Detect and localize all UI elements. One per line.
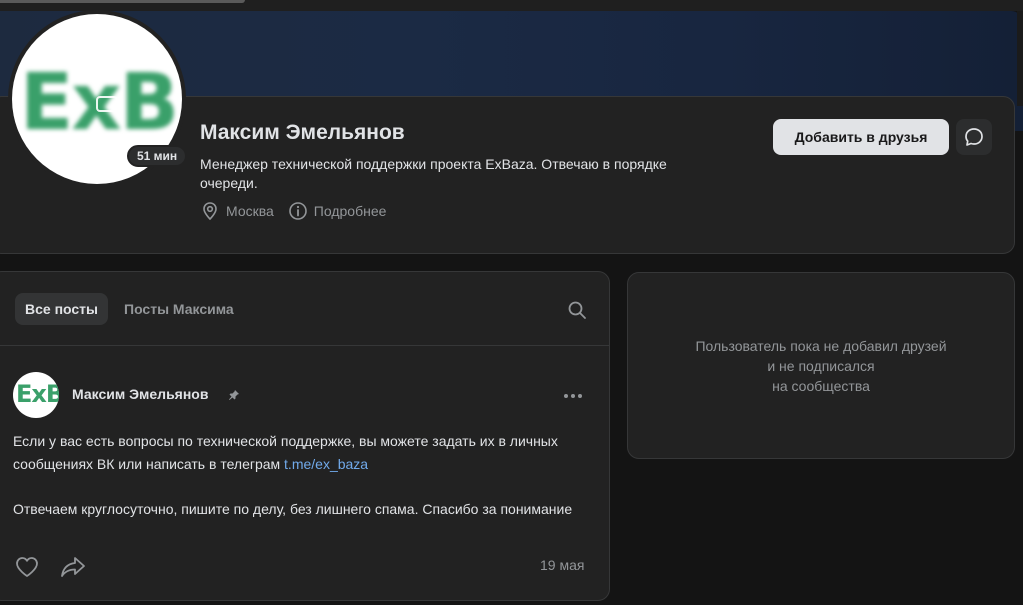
profile-info-row: Москва Подробнее	[200, 201, 400, 221]
friends-empty-line-1: Пользователь пока не добавил друзей	[695, 338, 947, 354]
like-heart-icon[interactable]	[15, 556, 39, 578]
add-friend-button[interactable]: Добавить в друзья	[773, 119, 949, 155]
posts-search-button[interactable]	[567, 300, 587, 325]
post-telegram-link[interactable]: t.me/ex_baza	[284, 456, 368, 472]
tab-all-posts[interactable]: Все посты	[15, 293, 108, 325]
pin-icon	[229, 390, 239, 400]
post-paragraph-1: Если у вас есть вопросы по технической п…	[13, 430, 593, 476]
post-paragraph-2: Отвечаем круглосуточно, пишите по делу, …	[13, 501, 573, 517]
tab-author-posts[interactable]: Посты Максима	[114, 293, 244, 325]
post-author-avatar[interactable]: ExB	[13, 372, 59, 418]
location-info: Москва	[200, 201, 274, 221]
online-status-badge: 51 мин	[127, 145, 188, 167]
message-button[interactable]	[956, 119, 992, 155]
avatar-logo-picture: ExB	[16, 380, 59, 408]
posts-card: Все посты Посты Максима ExB Максим Эмель…	[0, 271, 610, 601]
post-body: Если у вас есть вопросы по технической п…	[13, 430, 593, 521]
message-bubble-icon	[965, 128, 983, 146]
search-icon	[568, 301, 586, 319]
more-options-icon[interactable]	[563, 386, 583, 406]
camera-icon	[96, 96, 118, 112]
posts-tabs: Все посты Посты Максима	[15, 293, 250, 325]
profile-name: Максим Эмельянов	[200, 121, 405, 144]
location-text: Москва	[226, 203, 274, 219]
friends-empty-line-2: и не подписался	[767, 358, 875, 374]
horizontal-scrollbar[interactable]	[0, 0, 245, 3]
divider	[0, 345, 609, 346]
location-pin-icon	[203, 202, 217, 221]
friends-empty-message: Пользователь пока не добавил друзей и не…	[628, 336, 1014, 396]
more-info-text: Подробнее	[313, 203, 387, 219]
cover-edge	[1017, 11, 1023, 106]
more-info-link[interactable]: Подробнее	[288, 201, 387, 221]
profile-status: Менеджер технической поддержки проекта E…	[200, 156, 667, 191]
top-bar	[0, 0, 1023, 11]
info-circle-icon	[288, 202, 307, 220]
share-arrow-icon[interactable]	[60, 556, 86, 578]
friends-empty-line-3: на сообщества	[772, 378, 870, 394]
post-date[interactable]: 19 мая	[540, 557, 584, 573]
post-author-name[interactable]: Максим Эмельянов	[72, 386, 208, 402]
friends-card: Пользователь пока не добавил друзей и не…	[627, 272, 1015, 459]
